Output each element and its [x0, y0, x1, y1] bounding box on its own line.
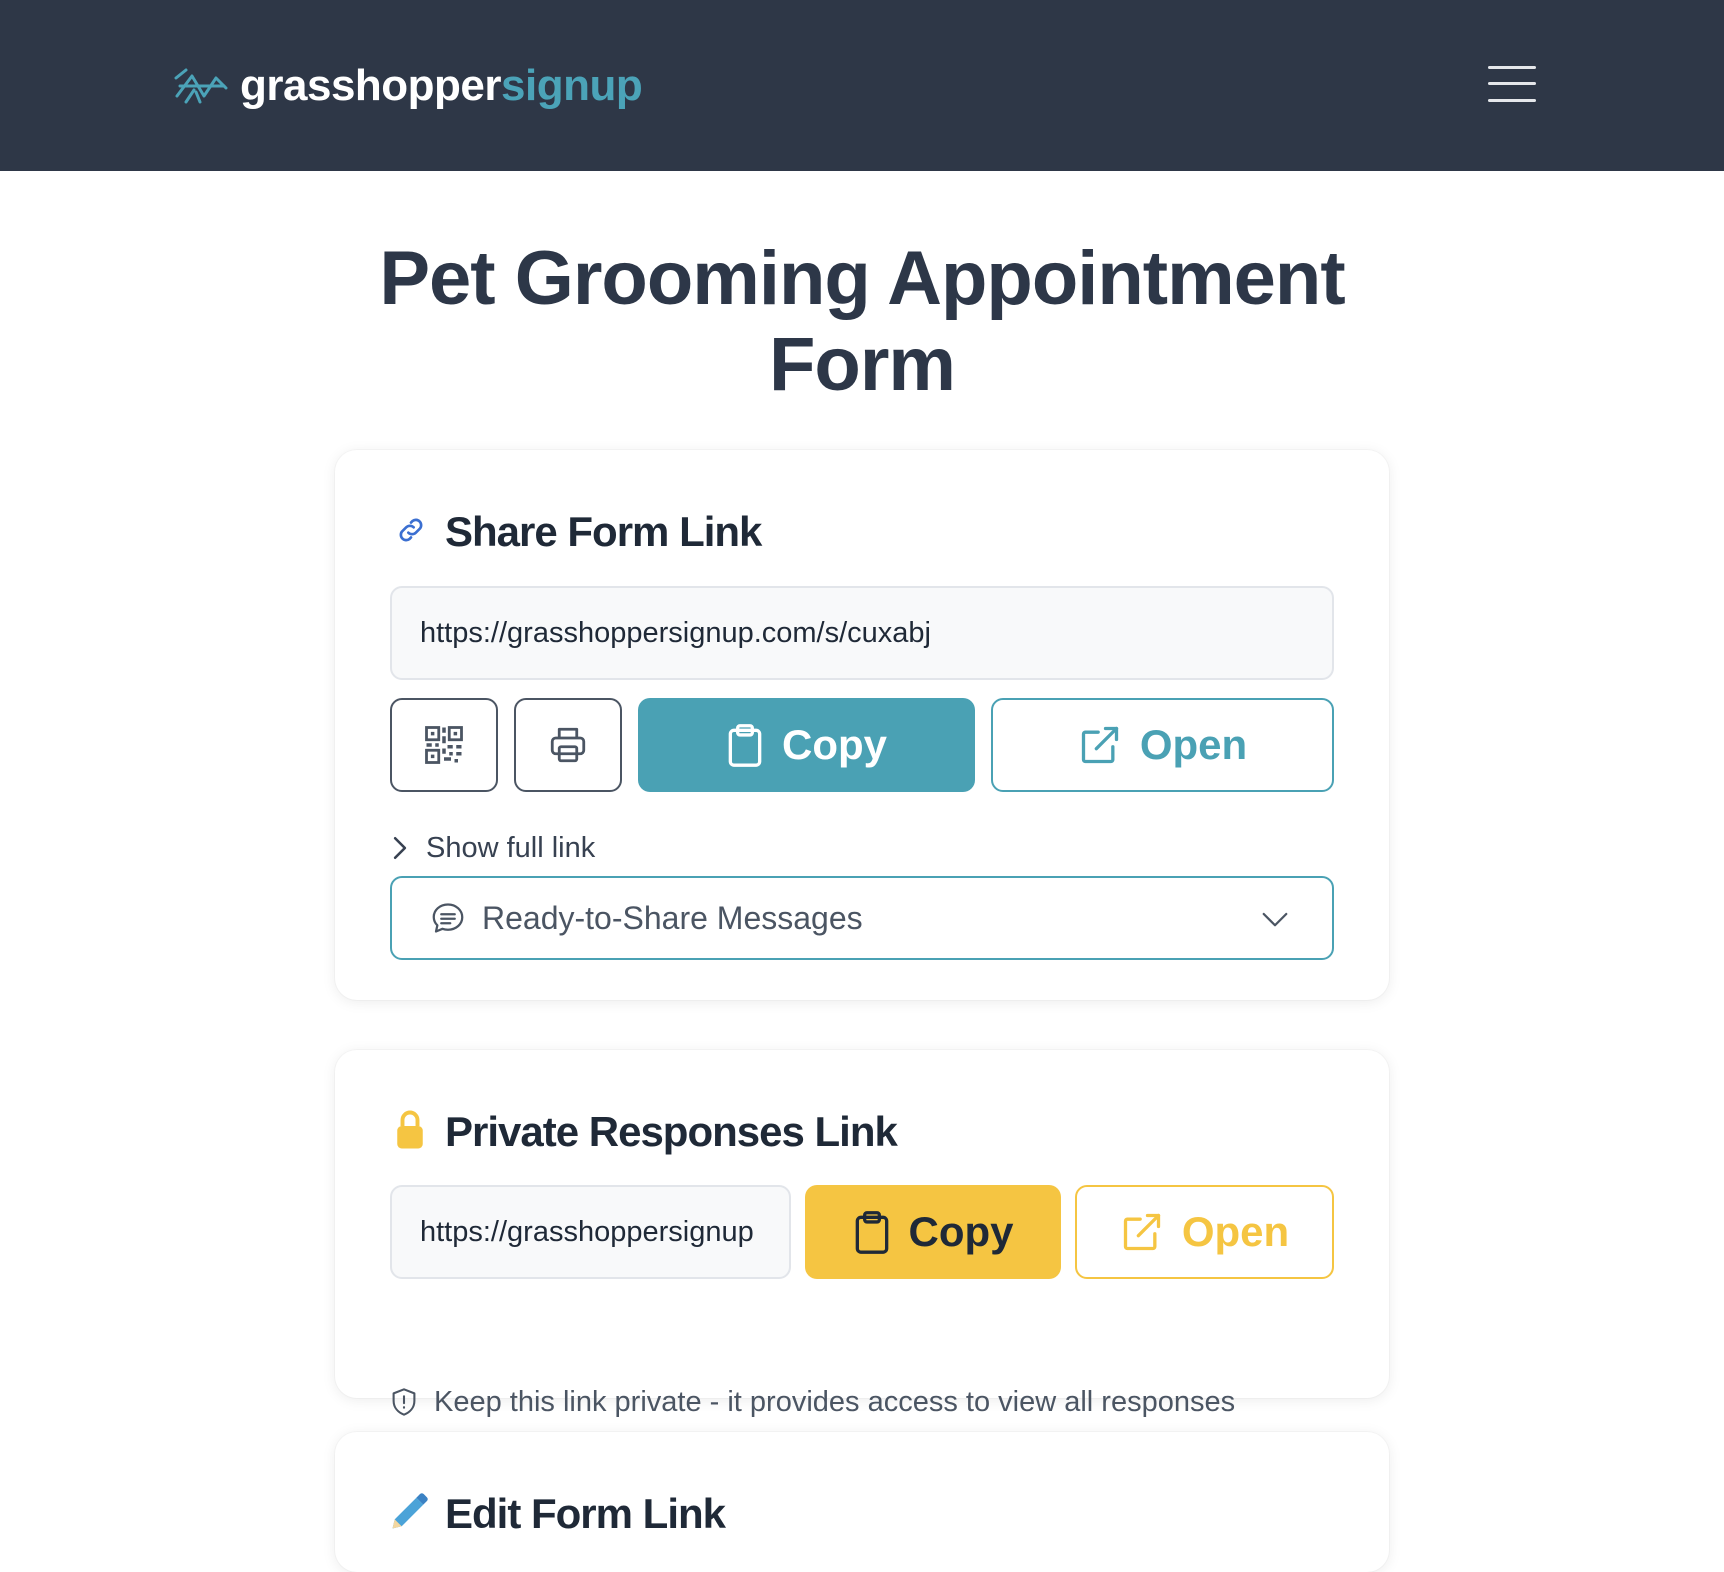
show-full-link-toggle[interactable]: Show full link: [390, 828, 595, 868]
print-button[interactable]: [514, 698, 622, 792]
external-link-icon: [1123, 1213, 1160, 1251]
logo-wordmark: grasshoppersignup: [240, 61, 643, 111]
copy-private-link-label: Copy: [908, 1208, 1014, 1255]
open-share-link-button[interactable]: Open: [991, 698, 1334, 792]
chevron-right-icon: [393, 836, 407, 860]
printer-icon: [550, 727, 586, 763]
clipboard-icon: [728, 724, 762, 767]
edit-form-link-card: Edit Form Link: [335, 1432, 1389, 1572]
share-form-link-card: Share Form Link https://grasshoppersignu…: [335, 450, 1389, 1000]
open-private-link-label: Open: [1181, 1208, 1290, 1255]
qr-code-icon: [425, 726, 463, 764]
ready-to-share-messages-dropdown[interactable]: Ready-to-Share Messages: [390, 876, 1334, 960]
link-icon: [399, 518, 423, 542]
grasshopper-logo-icon: [174, 68, 228, 104]
qr-code-button[interactable]: [390, 698, 498, 792]
share-form-link-title: Share Form Link: [445, 508, 762, 555]
copy-share-link-button[interactable]: Copy: [638, 698, 975, 792]
private-responses-link-card: Private Responses Link https://grasshopp…: [335, 1050, 1389, 1418]
show-full-link-label: Show full link: [426, 831, 596, 864]
copy-share-link-label: Copy: [782, 721, 887, 768]
chevron-down-icon: [1262, 912, 1288, 927]
logo[interactable]: grasshoppersignup: [174, 56, 643, 116]
logo-text-signup: signup: [501, 61, 643, 110]
clipboard-icon: [855, 1211, 888, 1254]
page-title-line-2: Form: [769, 322, 956, 407]
shield-alert-icon: [392, 1388, 416, 1416]
hamburger-menu-icon[interactable]: [1486, 62, 1538, 106]
page-title: Pet Grooming Appointment Form: [0, 236, 1724, 408]
private-url-field[interactable]: https://grasshoppersignup: [390, 1185, 791, 1279]
pencil-icon: [392, 1493, 428, 1529]
private-link-warning-text: Keep this link private - it provides acc…: [434, 1385, 1236, 1418]
ready-to-share-messages-label: Ready-to-Share Messages: [482, 899, 863, 936]
logo-text-grasshopper: grasshopper: [240, 61, 502, 110]
chat-bubble-icon: [432, 903, 464, 933]
private-link-warning: Keep this link private - it provides acc…: [390, 1382, 1235, 1422]
edit-form-link-title: Edit Form Link: [445, 1490, 726, 1537]
external-link-icon: [1081, 726, 1118, 764]
open-share-link-label: Open: [1139, 721, 1248, 768]
open-private-link-button[interactable]: Open: [1075, 1185, 1334, 1279]
top-navigation-bar: grasshoppersignup: [0, 0, 1724, 171]
private-responses-link-title: Private Responses Link: [445, 1108, 898, 1155]
page-title-line-1: Pet Grooming Appointment: [379, 236, 1345, 321]
copy-private-link-button[interactable]: Copy: [805, 1185, 1061, 1279]
share-url-field[interactable]: https://grasshoppersignup.com/s/cuxabj: [390, 586, 1334, 680]
lock-icon: [397, 1110, 423, 1149]
